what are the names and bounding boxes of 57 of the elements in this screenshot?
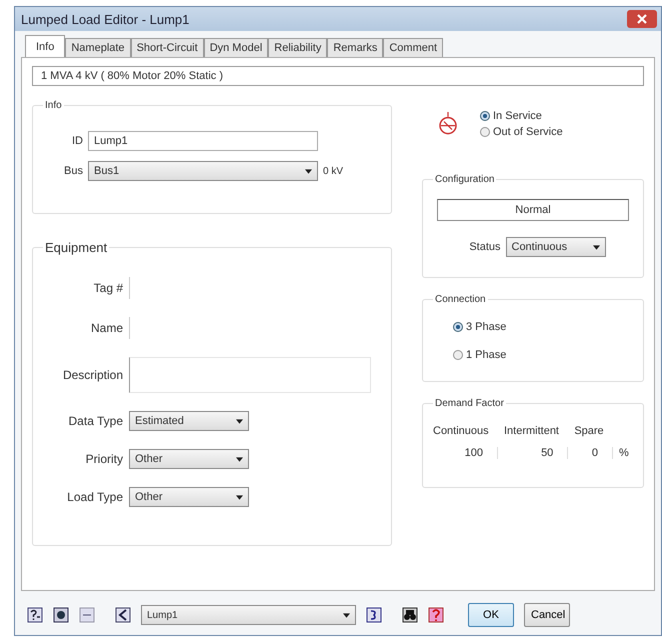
help-icon[interactable] [428,607,444,623]
caret-icon [236,456,243,462]
input-field[interactable]: 0 [574,447,613,459]
field-label: Data Type [68,414,123,428]
field-label: Name [90,321,123,335]
caret-icon [236,494,243,500]
phase-radio[interactable]: 3 Phase [453,321,633,333]
configuration-field: Normal [437,199,629,221]
binoculars-icon[interactable] [402,607,418,623]
field-label: Load Type [66,490,123,504]
caret-icon [343,612,350,618]
column-label: Spare [574,425,605,437]
help-topic-icon[interactable] [27,607,43,623]
dropdown[interactable]: Other [129,487,249,507]
field-label: Bus [63,165,83,177]
element-dropdown[interactable]: Lump1 [141,605,356,625]
unit-label: % [619,447,630,459]
tab[interactable]: Remarks [327,38,384,57]
field-label: Tag # [92,281,123,295]
field-label: ID [71,135,83,147]
service-radio[interactable]: Out of Service [480,126,563,138]
cancel-button[interactable]: Cancel [524,603,570,627]
tab[interactable]: Short-Circuit [130,38,204,57]
dropdown[interactable]: Estimated [129,411,249,431]
summary-field: 1 MVA 4 kV ( 80% Motor 20% Static ) [32,66,644,86]
tab[interactable]: Dyn Model [204,38,268,57]
tab[interactable]: Reliability [268,38,328,57]
tab[interactable]: Comment [383,38,444,57]
group-title: Equipment [44,240,108,255]
column-label: Continuous [433,425,490,437]
field-label: Priority [84,452,123,466]
group-title: Info [44,100,63,111]
input-field[interactable]: 50 [504,447,568,459]
group-title: Connection [434,294,487,305]
phase-radio[interactable]: 1 Phase [453,349,633,361]
group-title: Demand Factor [434,398,505,409]
id-field[interactable]: Lump1 [88,131,318,151]
service-radio[interactable]: In Service [480,110,563,122]
close-icon[interactable] [627,10,657,28]
description-field[interactable] [129,357,371,393]
caret-icon [305,168,312,174]
bus-dropdown[interactable]: Bus1 [88,161,318,181]
dropdown[interactable]: Other [129,449,249,469]
caret-icon [236,418,243,424]
field-label: Status [468,241,500,253]
back-icon[interactable] [115,607,131,623]
field-label: Description [62,368,123,382]
tab[interactable]: Nameplate [65,38,131,57]
window-title: Lumped Load Editor - Lump1 [21,12,190,26]
ok-button[interactable]: OK [468,603,514,627]
tab[interactable]: Info [25,35,66,57]
status-dropdown[interactable]: Continuous [506,237,606,257]
voltage-label: 0 kV [323,166,344,176]
input-field[interactable]: 100 [433,447,498,459]
caret-icon [592,244,600,250]
group-title: Configuration [434,174,496,185]
column-label: Intermittent [504,425,560,437]
